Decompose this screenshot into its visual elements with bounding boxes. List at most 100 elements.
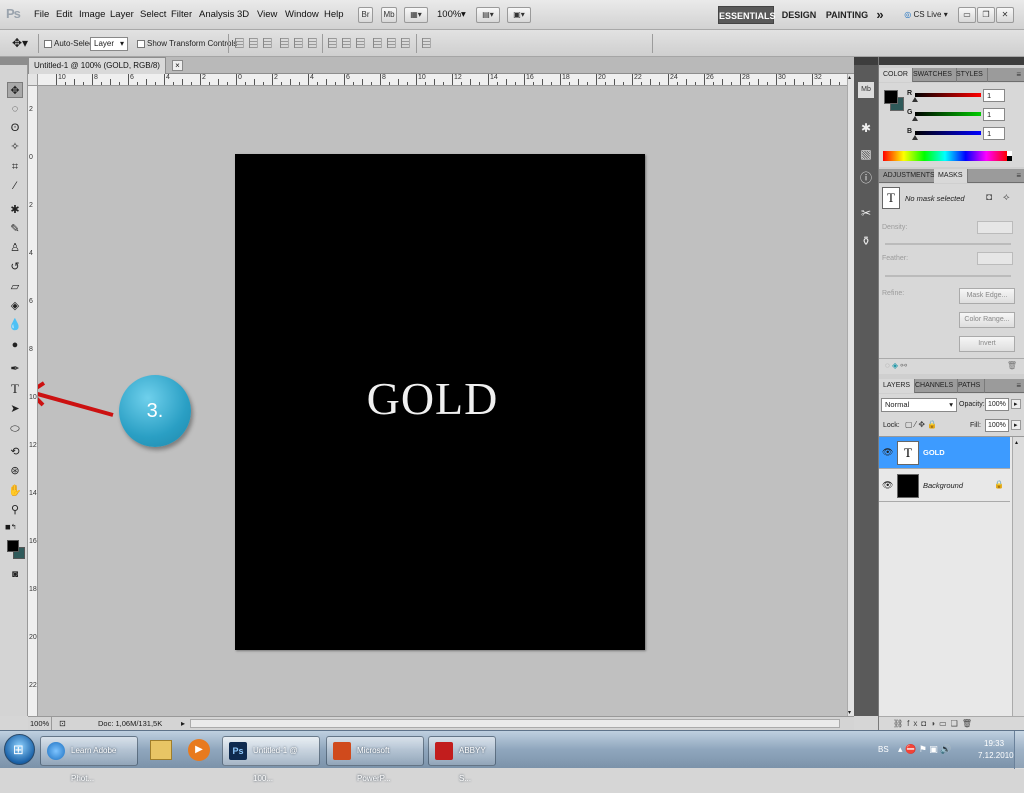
red-slider-thumb[interactable] xyxy=(912,97,918,102)
lock-options-icon[interactable]: ▢ ⁄ ✥ 🔒 xyxy=(905,420,937,429)
layer-row-background[interactable]: 👁 Background 🔒 xyxy=(879,470,1010,502)
vector-mask-icon[interactable]: ⟡ xyxy=(1003,192,1010,203)
auto-align-icon[interactable] xyxy=(422,38,431,48)
horizontal-ruler[interactable]: 10 8 6 4 2 0 2 4 6 8 10 12 14 16 18 20 22 24 26 28 30 32 xyxy=(38,74,847,86)
green-value-input[interactable]: 1 xyxy=(983,108,1005,121)
tab-adjustments[interactable]: ADJUSTMENTS xyxy=(879,169,940,183)
tab-paths[interactable]: PATHS xyxy=(954,379,986,393)
blend-mode-dropdown[interactable]: Normal ▾ xyxy=(881,398,957,412)
panels-header[interactable] xyxy=(879,57,1024,65)
scroll-down-icon[interactable]: ▾ xyxy=(848,709,851,716)
align-vcenter-icon[interactable] xyxy=(249,38,258,48)
menu-file[interactable]: File xyxy=(34,9,49,20)
eyedropper-tool-icon[interactable]: ⁄ xyxy=(7,178,23,194)
distribute-left-icon[interactable] xyxy=(373,38,382,48)
tab-color[interactable]: COLOR xyxy=(879,68,913,82)
taskbar-item-ie[interactable]: Learn Adobe Phot... xyxy=(40,736,138,783)
apply-mask-icon[interactable]: ◈ xyxy=(892,361,898,370)
menu-filter[interactable]: Filter xyxy=(171,9,192,20)
delete-mask-icon[interactable]: 🗑 xyxy=(1007,359,1017,372)
green-slider[interactable] xyxy=(915,112,981,116)
blue-value-input[interactable]: 1 xyxy=(983,127,1005,140)
history-brush-tool-icon[interactable]: ↺ xyxy=(7,259,23,275)
clock-time[interactable]: 19:33 xyxy=(984,739,1004,748)
workspace-painting[interactable]: PAINTING xyxy=(824,6,870,24)
foreground-color-swatch[interactable] xyxy=(7,540,19,552)
distribute-vcenter-icon[interactable] xyxy=(342,38,351,48)
mini-bridge-button[interactable]: Mb xyxy=(381,7,397,23)
tab-masks[interactable]: MASKS xyxy=(934,169,968,183)
3d-orbit-tool-icon[interactable]: ⊛ xyxy=(7,463,23,479)
layer-name[interactable]: GOLD xyxy=(923,448,945,457)
color-range-button[interactable]: Color Range... xyxy=(959,312,1015,328)
taskbar-item-photoshop[interactable]: Ps Untitled-1 @ 100... xyxy=(222,736,320,783)
color-fg-swatch[interactable] xyxy=(884,90,898,104)
vertical-ruler[interactable]: 2024681012141618202224 xyxy=(28,86,38,716)
density-input[interactable] xyxy=(977,221,1013,234)
red-value-input[interactable]: 1 xyxy=(983,89,1005,102)
layer-name[interactable]: Background xyxy=(923,481,963,490)
layers-scrollbar[interactable]: ▴ xyxy=(1012,437,1024,717)
pixel-mask-icon[interactable]: ◘ xyxy=(986,192,992,203)
view-extras-button[interactable]: ▦▾ xyxy=(404,7,428,23)
menu-image[interactable]: Image xyxy=(79,9,105,20)
show-desktop-button[interactable] xyxy=(1014,731,1024,769)
cs-live-button[interactable]: ◎ CS Live ▾ xyxy=(898,6,954,24)
auto-select-dropdown[interactable]: Layer ▾ xyxy=(90,37,128,51)
workspace-essentials[interactable]: ESSENTIALS xyxy=(718,6,776,24)
status-zoom-icon[interactable]: ⊡ xyxy=(59,717,66,730)
distribute-bottom-icon[interactable] xyxy=(356,38,365,48)
more-workspaces-icon[interactable]: » xyxy=(873,6,887,24)
density-slider[interactable] xyxy=(885,243,1011,245)
align-bottom-icon[interactable] xyxy=(263,38,272,48)
clone-source-icon[interactable]: ⚱ xyxy=(858,233,874,249)
screen-mode-button[interactable]: ▣▾ xyxy=(507,7,531,23)
new-layer-icon[interactable]: ❑ xyxy=(951,719,962,728)
ruler-origin[interactable] xyxy=(28,74,38,86)
blue-slider[interactable] xyxy=(915,131,981,135)
new-group-icon[interactable]: ▭ xyxy=(939,719,951,728)
navigator-icon[interactable]: ▧ xyxy=(858,146,874,162)
tab-swatches[interactable]: SWATCHES xyxy=(909,68,957,82)
pen-tool-icon[interactable]: ✒ xyxy=(7,361,23,377)
fill-arrow-icon[interactable]: ▸ xyxy=(1011,420,1021,430)
delete-layer-icon[interactable]: 🗑 xyxy=(962,719,976,728)
shape-tool-icon[interactable]: ⬭ xyxy=(7,421,23,437)
default-colors-icon[interactable]: ◼↰ xyxy=(5,523,17,531)
document-tab[interactable]: Untitled-1 @ 100% (GOLD, RGB/8) * × xyxy=(28,57,183,86)
panel-menu-icon[interactable]: ≡ xyxy=(1016,70,1021,79)
feather-input[interactable] xyxy=(977,252,1013,265)
add-mask-icon[interactable]: ◘ xyxy=(921,719,930,728)
tab-styles[interactable]: STYLES xyxy=(952,68,988,82)
status-zoom-field[interactable]: 100% xyxy=(30,717,52,730)
tab-layers[interactable]: LAYERS xyxy=(879,379,916,393)
brush-tool-icon[interactable]: ✎ xyxy=(7,221,23,237)
blue-slider-thumb[interactable] xyxy=(912,135,918,140)
opacity-arrow-icon[interactable]: ▸ xyxy=(1011,399,1021,409)
toolbox-header[interactable] xyxy=(0,57,28,65)
layer-style-icon[interactable]: fx xyxy=(907,719,921,728)
align-hcenter-icon[interactable] xyxy=(294,38,303,48)
lasso-tool-icon[interactable]: ʘ xyxy=(7,120,23,136)
menu-view[interactable]: View xyxy=(257,9,277,20)
panel-menu-icon[interactable]: ≡ xyxy=(1016,171,1021,180)
zoom-dropdown-icon[interactable]: ▾ xyxy=(461,9,466,20)
quick-selection-tool-icon[interactable]: ✧ xyxy=(7,139,23,155)
zoom-tool-icon[interactable]: ⚲ xyxy=(7,502,23,518)
taskbar-item-abbyy[interactable]: ABBYY S... xyxy=(428,736,496,783)
status-menu-arrow-icon[interactable]: ▸ xyxy=(181,717,185,730)
auto-select-checkbox[interactable] xyxy=(44,40,52,48)
scroll-up-icon[interactable]: ▴ xyxy=(1015,439,1018,446)
distribute-hcenter-icon[interactable] xyxy=(387,38,396,48)
black-white-ramp[interactable] xyxy=(1007,151,1012,161)
hand-tool-icon[interactable]: ✋ xyxy=(7,483,23,499)
green-slider-thumb[interactable] xyxy=(912,116,918,121)
link-layers-icon[interactable]: ⛓ xyxy=(893,719,907,728)
explorer-folder-icon[interactable] xyxy=(150,740,172,760)
language-indicator[interactable]: BS xyxy=(878,745,889,754)
path-selection-tool-icon[interactable]: ➤ xyxy=(7,401,23,417)
arrange-documents-button[interactable]: ▤▾ xyxy=(476,7,500,23)
distribute-top-icon[interactable] xyxy=(328,38,337,48)
align-top-icon[interactable] xyxy=(235,38,244,48)
taskbar-item-powerpoint[interactable]: Microsoft PowerP... xyxy=(326,736,424,783)
